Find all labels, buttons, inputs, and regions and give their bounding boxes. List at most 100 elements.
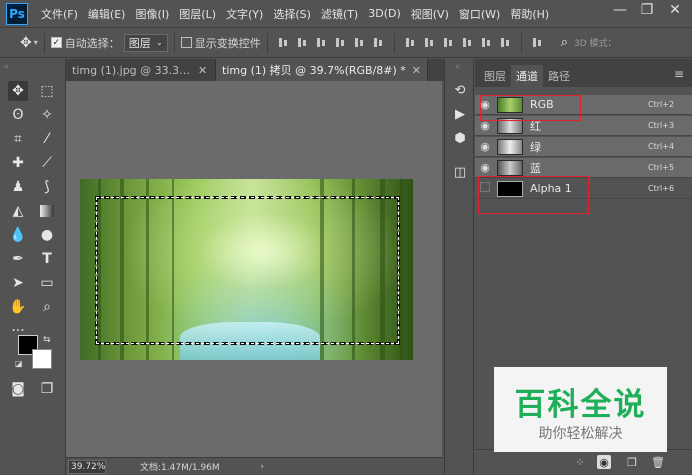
channel-row-blue[interactable]: ◉ 蓝 Ctrl+5 bbox=[475, 158, 692, 178]
zoom-field[interactable]: 39.72% bbox=[68, 459, 106, 474]
marquee-tool-icon[interactable]: ⬚ bbox=[37, 81, 57, 101]
document-info: 文档:1.47M/1.96M bbox=[140, 463, 220, 473]
clone-stamp-icon[interactable]: ♟ bbox=[8, 177, 28, 197]
type-tool-icon[interactable]: T bbox=[37, 249, 57, 269]
load-selection-icon[interactable]: ⁘ bbox=[573, 455, 587, 469]
distribute-bottom-icon[interactable] bbox=[442, 36, 455, 49]
watermark-subtitle: 助你轻松解决 bbox=[538, 426, 623, 442]
actions-play-icon[interactable]: ▶ bbox=[451, 105, 469, 123]
menu-select[interactable]: 选择(S) bbox=[268, 6, 316, 22]
history-panel-icon[interactable]: ⟲ bbox=[451, 81, 469, 99]
channel-row-green[interactable]: ◉ 绿 Ctrl+4 bbox=[475, 137, 692, 157]
healing-brush-icon[interactable]: ✚ bbox=[8, 153, 28, 173]
history-brush-icon[interactable]: ⟆ bbox=[37, 177, 57, 197]
gradient-tool-icon[interactable] bbox=[40, 205, 54, 217]
tab-channels[interactable]: 通道 bbox=[511, 65, 543, 87]
channel-shortcut: Ctrl+6 bbox=[648, 184, 675, 193]
transform-controls-checkbox[interactable] bbox=[180, 37, 192, 48]
distribute-left-icon[interactable] bbox=[461, 36, 474, 49]
3d-cube-icon[interactable]: ⬢ bbox=[451, 129, 469, 147]
eye-icon[interactable]: ◉ bbox=[475, 161, 495, 174]
marching-ants-selection bbox=[95, 196, 400, 345]
menu-window[interactable]: 窗口(W) bbox=[454, 6, 505, 22]
document-tabs: timg (1).jpg @ 33.3%(R... ✕ timg (1) 拷贝 … bbox=[66, 59, 444, 81]
channel-name: 绿 bbox=[530, 140, 541, 154]
eye-icon[interactable]: ◉ bbox=[475, 140, 495, 153]
close-button[interactable]: ✕ bbox=[662, 0, 688, 20]
align-top-icon[interactable] bbox=[277, 36, 290, 49]
distribute-top-icon[interactable] bbox=[404, 36, 417, 49]
distribute-vcenter-icon[interactable] bbox=[423, 36, 436, 49]
align-left-icon[interactable] bbox=[334, 36, 347, 49]
delete-icon[interactable]: 🗑 bbox=[651, 455, 665, 469]
divider bbox=[393, 32, 395, 53]
chevron-down-icon[interactable]: ▾ bbox=[34, 38, 38, 47]
distribute-hcenter-icon[interactable] bbox=[480, 36, 493, 49]
lasso-tool-icon[interactable]: ʘ bbox=[8, 105, 28, 125]
close-icon[interactable]: ✕ bbox=[198, 64, 207, 77]
bamboo-forest-image[interactable] bbox=[80, 179, 413, 360]
panel-menu-icon[interactable]: ≡ bbox=[674, 67, 684, 81]
path-selection-icon[interactable]: ➤ bbox=[8, 273, 28, 293]
channel-name: 蓝 bbox=[530, 161, 541, 175]
align-bottom-icon[interactable] bbox=[315, 36, 328, 49]
crop-tool-icon[interactable]: ⌗ bbox=[8, 129, 28, 149]
menu-file[interactable]: 文件(F) bbox=[36, 6, 83, 22]
auto-select-dropdown[interactable]: 图层 ⌄ bbox=[123, 33, 168, 52]
zoom-tool-icon[interactable]: ⌕ bbox=[37, 297, 57, 317]
background-color-swatch[interactable] bbox=[32, 349, 52, 369]
distribute-right-icon[interactable] bbox=[499, 36, 512, 49]
hand-tool-icon[interactable]: ✋ bbox=[8, 297, 28, 317]
move-icon[interactable]: ✥ bbox=[20, 35, 32, 51]
panel-dock: « ⟲ ▶ ⬢ ◫ bbox=[444, 59, 474, 475]
align-right-icon[interactable] bbox=[372, 36, 385, 49]
menu-view[interactable]: 视图(V) bbox=[406, 6, 454, 22]
menu-help[interactable]: 帮助(H) bbox=[505, 6, 554, 22]
properties-panel-icon[interactable]: ◫ bbox=[451, 163, 469, 181]
minimize-button[interactable]: — bbox=[608, 0, 632, 20]
brush-tool-icon[interactable]: ⟋ bbox=[37, 153, 57, 173]
menu-edit[interactable]: 编辑(E) bbox=[83, 6, 131, 22]
tab-layers[interactable]: 图层 bbox=[479, 65, 511, 87]
new-channel-icon[interactable]: ❐ bbox=[625, 455, 639, 469]
auto-select-value: 图层 bbox=[128, 36, 151, 50]
transform-controls-label: 显示变换控件 bbox=[194, 36, 261, 50]
move-tool-icon[interactable]: ✥ bbox=[8, 81, 28, 101]
quick-mask-icon[interactable]: ◙ bbox=[8, 379, 28, 399]
menu-3d[interactable]: 3D(D) bbox=[363, 7, 406, 20]
blur-tool-icon[interactable]: 💧 bbox=[8, 225, 28, 245]
swap-colors-icon[interactable]: ⇆ bbox=[43, 335, 51, 345]
pen-tool-icon[interactable]: ✒ bbox=[8, 249, 28, 269]
eyedropper-icon[interactable]: ⁄ bbox=[37, 129, 57, 149]
menu-filter[interactable]: 滤镜(T) bbox=[316, 6, 363, 22]
align-hcenter-icon[interactable] bbox=[353, 36, 366, 49]
highlight-rgb-box bbox=[480, 95, 581, 121]
divider bbox=[520, 32, 522, 53]
channel-thumbnail bbox=[497, 138, 523, 155]
search-icon[interactable]: ⌕ bbox=[561, 35, 568, 50]
dodge-tool-icon[interactable]: ● bbox=[37, 225, 57, 245]
eraser-icon[interactable]: ◭ bbox=[8, 201, 28, 221]
save-selection-icon[interactable]: ◉ bbox=[597, 455, 611, 469]
screen-mode-icon[interactable]: ❐ bbox=[37, 379, 57, 399]
magic-wand-icon[interactable]: ✧ bbox=[37, 105, 57, 125]
status-arrow-icon[interactable]: › bbox=[260, 462, 264, 472]
default-colors-icon[interactable]: ◪ bbox=[15, 359, 23, 368]
collapse-icon[interactable]: « bbox=[455, 62, 460, 71]
align-vcenter-icon[interactable] bbox=[296, 36, 309, 49]
divider bbox=[43, 32, 45, 53]
auto-select-checkbox[interactable]: ✓ bbox=[50, 37, 62, 48]
collapse-icon[interactable]: » bbox=[4, 62, 9, 71]
menu-type[interactable]: 文字(Y) bbox=[221, 6, 268, 22]
menu-image[interactable]: 图像(I) bbox=[130, 6, 174, 22]
menu-bar: Ps 文件(F) 编辑(E) 图像(I) 图层(L) 文字(Y) 选择(S) 滤… bbox=[0, 0, 692, 28]
menu-layer[interactable]: 图层(L) bbox=[174, 6, 221, 22]
close-icon[interactable]: ✕ bbox=[412, 64, 421, 77]
doc-tab-2[interactable]: timg (1) 拷贝 @ 39.7%(RGB/8#) * ✕ bbox=[216, 59, 429, 81]
canvas-area[interactable] bbox=[66, 81, 442, 457]
doc-tab-1[interactable]: timg (1).jpg @ 33.3%(R... ✕ bbox=[66, 59, 216, 81]
rectangle-tool-icon[interactable]: ▭ bbox=[37, 273, 57, 293]
auto-align-icon[interactable] bbox=[531, 36, 544, 49]
tab-paths[interactable]: 路径 bbox=[543, 65, 575, 87]
maximize-button[interactable]: ❐ bbox=[635, 0, 659, 20]
